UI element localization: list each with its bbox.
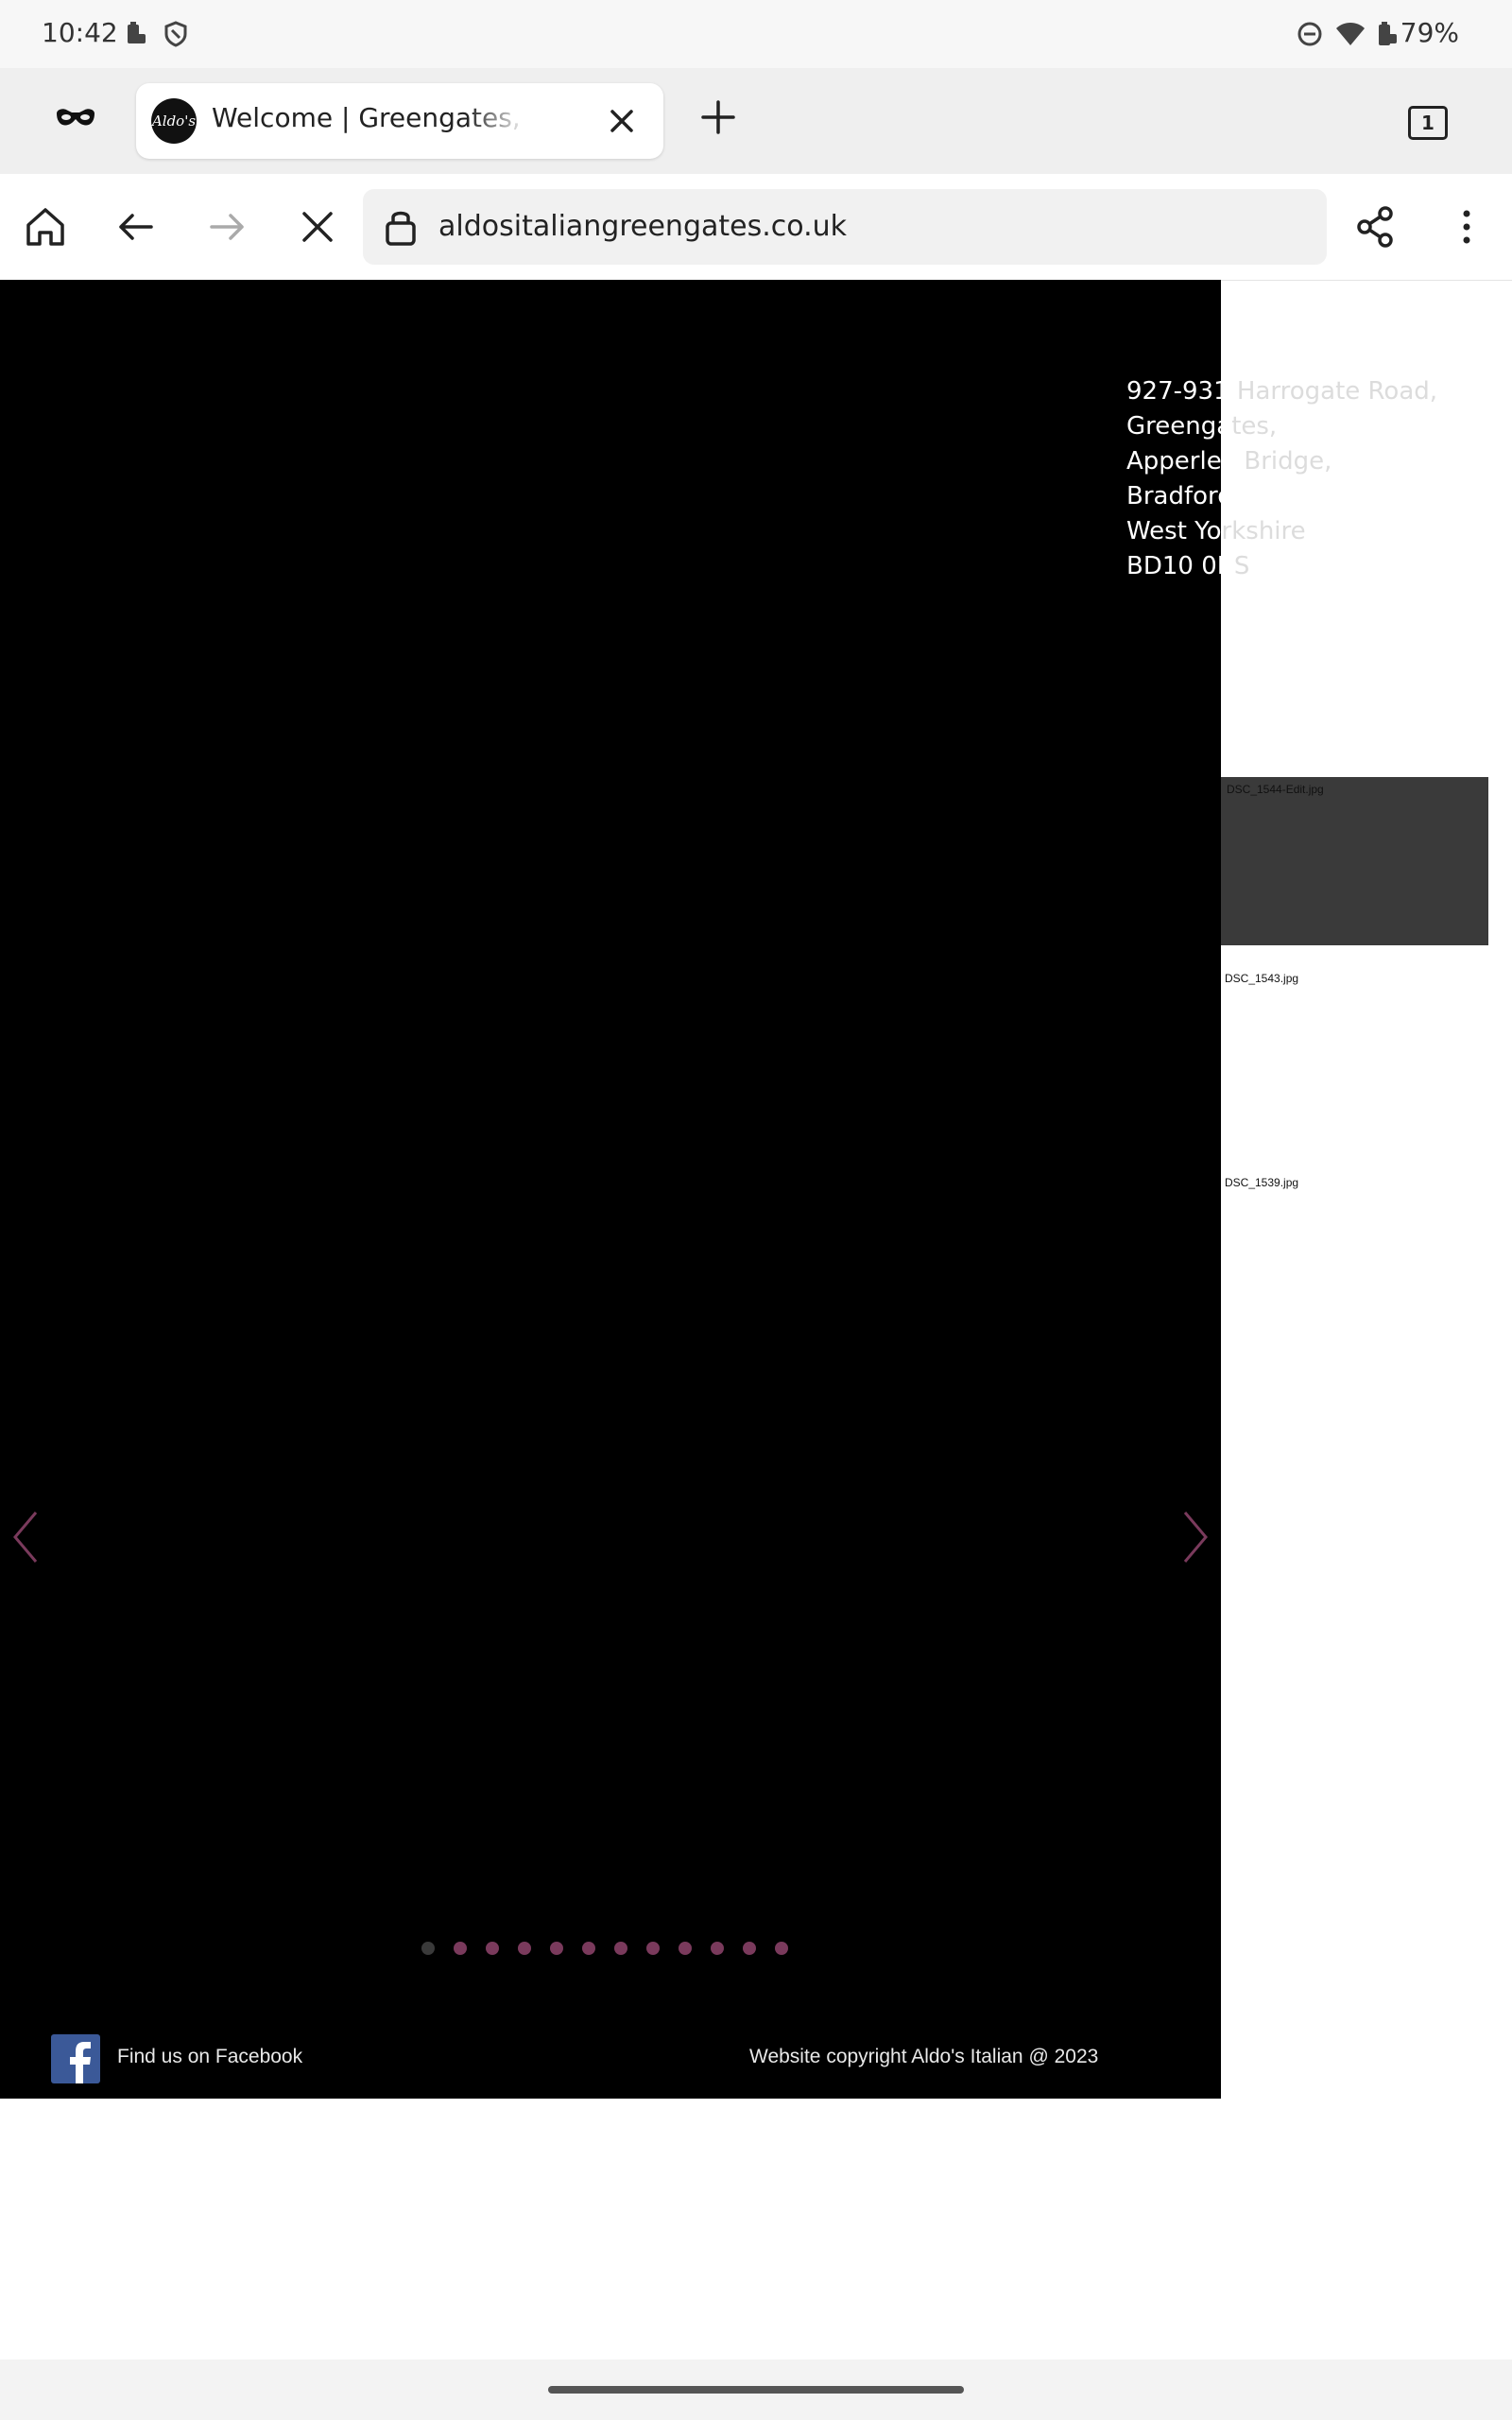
- thumbnail-caption[interactable]: DSC_1539.jpg: [1225, 1176, 1298, 1189]
- close-tab-icon[interactable]: [599, 98, 644, 144]
- tab-count-button[interactable]: 1: [1408, 106, 1448, 140]
- thumbnail-caption[interactable]: DSC_1543.jpg: [1225, 972, 1298, 985]
- status-bar: 10:42 79%: [0, 0, 1512, 68]
- favicon: Aldo's: [151, 98, 197, 144]
- do-not-disturb-icon: [1295, 19, 1325, 53]
- slide-dot[interactable]: [518, 1942, 531, 1955]
- battery-saver-icon: [121, 19, 151, 53]
- forward-arrow-icon[interactable]: [202, 202, 251, 251]
- address-line: Apperley Bridge,: [1126, 447, 1332, 475]
- tab-active[interactable]: Aldo's Welcome | Greengates, Bradford: [136, 83, 663, 159]
- home-icon[interactable]: [21, 202, 70, 251]
- slide-dot[interactable]: [743, 1942, 756, 1955]
- browser-toolbar: aldositaliangreengates.co.uk: [0, 174, 1512, 281]
- url-text[interactable]: aldositaliangreengates.co.uk: [438, 210, 847, 243]
- address-bar[interactable]: aldositaliangreengates.co.uk: [363, 189, 1327, 265]
- battery-icon: [1372, 19, 1402, 53]
- previous-slide-icon[interactable]: [9, 1509, 42, 1565]
- incognito-icon[interactable]: [53, 100, 98, 138]
- wifi-icon: [1334, 19, 1366, 53]
- stop-loading-icon[interactable]: [293, 202, 342, 251]
- slide-dot[interactable]: [550, 1942, 563, 1955]
- restaurant-address: 927-931 Harrogate Road, Greengates, Appe…: [1126, 374, 1437, 584]
- system-nav-bar: [0, 2360, 1512, 2420]
- slide-dot[interactable]: [711, 1942, 724, 1955]
- address-line: BD10 0RS: [1126, 552, 1250, 580]
- next-slide-icon[interactable]: [1179, 1509, 1211, 1565]
- thumbnail-image[interactable]: [1221, 777, 1488, 945]
- address-line: 927-931 Harrogate Road,: [1126, 377, 1438, 406]
- shield-icon: [161, 19, 191, 53]
- slide-dot[interactable]: [486, 1942, 499, 1955]
- copyright-text: Website copyright Aldo's Italian @ 2023: [749, 2046, 1099, 2067]
- address-line: West Yorkshire: [1126, 517, 1306, 545]
- thumbnail-caption: DSC_1544-Edit.jpg: [1227, 783, 1324, 796]
- tab-strip: Aldo's Welcome | Greengates, Bradford 1: [0, 68, 1512, 174]
- share-icon[interactable]: [1351, 202, 1400, 251]
- address-line: Bradford: [1126, 482, 1233, 510]
- address-line: Greengates,: [1126, 412, 1278, 441]
- slide-dot[interactable]: [614, 1942, 627, 1955]
- slide-dot[interactable]: [646, 1942, 660, 1955]
- lock-icon[interactable]: [382, 206, 420, 248]
- facebook-link[interactable]: Find us on Facebook: [117, 2046, 302, 2068]
- home-gesture-handle[interactable]: [548, 2386, 964, 2394]
- slide-dot[interactable]: [582, 1942, 595, 1955]
- status-time: 10:42: [42, 17, 118, 48]
- slide-dot[interactable]: [679, 1942, 692, 1955]
- slide-dot[interactable]: [454, 1942, 467, 1955]
- back-arrow-icon[interactable]: [112, 202, 161, 251]
- new-tab-icon[interactable]: [696, 95, 741, 140]
- facebook-icon[interactable]: [51, 2034, 100, 2083]
- slide-dot[interactable]: [775, 1942, 788, 1955]
- battery-percent: 79%: [1400, 17, 1459, 48]
- more-menu-icon[interactable]: [1442, 202, 1491, 251]
- slideshow-panel: Find us on Facebook Website copyright Al…: [0, 280, 1221, 2099]
- slide-dot[interactable]: [421, 1942, 435, 1955]
